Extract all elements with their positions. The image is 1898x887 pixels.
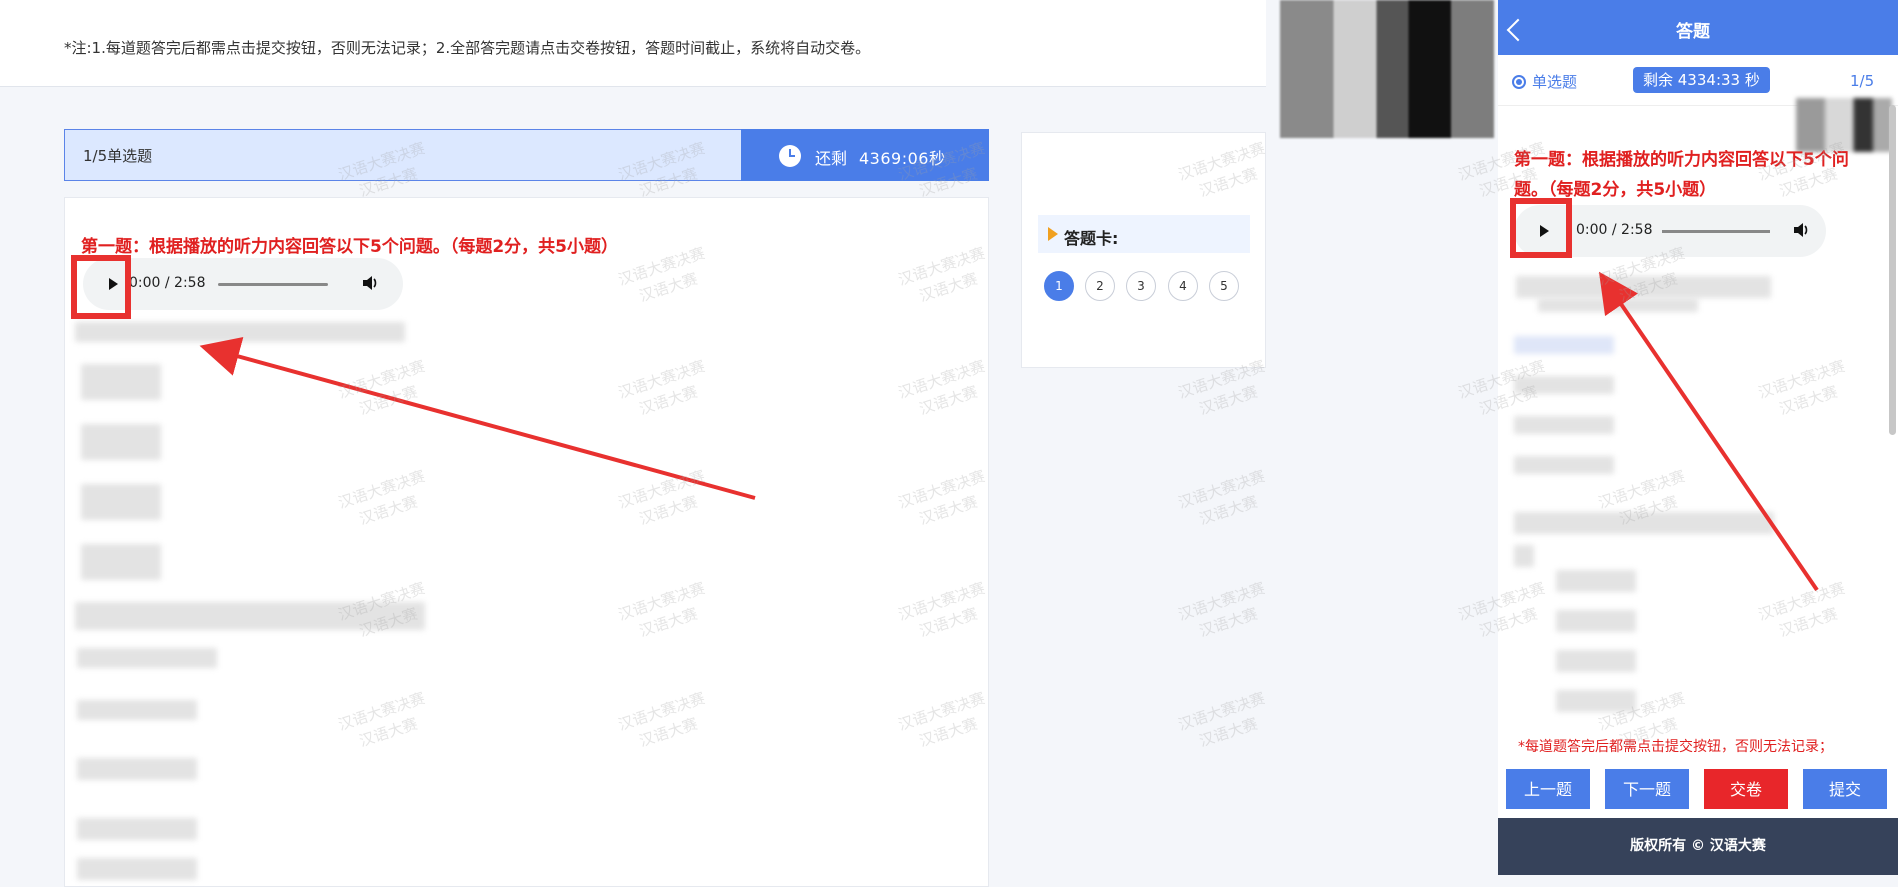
mobile-view: 答题 单选题 剩余 4334:33 秒 1/5 第一题：根据播放的听力内容回答以… [1498,0,1898,875]
blurred-option[interactable] [1556,570,1636,592]
blurred-question-text [75,602,425,630]
blurred-option[interactable] [77,858,197,880]
audio-player[interactable]: 0:00 / 2:58 [83,258,403,310]
submit-paper-button[interactable]: 交卷 [1704,769,1788,809]
answer-card-number-3[interactable]: 3 [1126,271,1156,301]
blurred-option[interactable] [1556,650,1636,672]
timer-label: 还剩 [815,149,848,168]
play-highlight-box [71,255,131,319]
blurred-option[interactable] [81,484,161,520]
clock-icon [779,145,801,167]
mobile-question-type: 单选题 [1532,73,1578,91]
mobile-remaining-badge: 剩余 4334:33 秒 [1633,67,1770,93]
mobile-question-title: 第一题：根据播放的听力内容回答以下5个问题。（每题2分，共5小题） [1514,150,1849,200]
question-header: 1/5单选题 还剩 4369:06秒 [64,129,989,181]
mobile-progress: 1/5 [1850,72,1875,90]
blurred-option[interactable] [1514,336,1614,354]
volume-icon[interactable] [361,274,379,292]
camera-preview [1280,0,1494,138]
blurred-question-text [1516,276,1771,298]
blurred-option[interactable] [77,700,197,720]
mobile-header: 答题 [1498,0,1898,55]
mobile-footer: 版权所有 © 汉语大赛 [1498,818,1898,875]
blurred-option[interactable] [81,424,161,460]
notice-text: *注:1.每道题答完后都需点击提交按钮，否则无法记录；2.全部答完题请点击交卷按… [64,39,871,57]
mobile-play-highlight-box [1510,198,1572,258]
blurred-option[interactable] [77,648,217,668]
watermark: 汉语大赛决赛 汉语大赛 [1176,579,1268,641]
answer-card-header: 答题卡: [1038,215,1250,253]
timer-box: 还剩 4369:06秒 [741,129,989,181]
blurred-option[interactable] [81,544,161,580]
blurred-option[interactable] [77,818,197,840]
triangle-right-icon [1048,227,1058,241]
blurred-option[interactable] [77,758,197,780]
mobile-title: 答题 [1676,22,1710,42]
blurred-option[interactable] [1514,456,1614,474]
blurred-option[interactable] [1556,610,1636,632]
blurred-question-text [75,322,405,342]
blurred-question-text [1538,298,1698,312]
watermark: 汉语大赛决赛 汉语大赛 [1176,689,1268,751]
question-type-label: 1/5单选题 [83,147,153,165]
question-title: 第一题：根据播放的听力内容回答以下5个问题。（每题2分，共5小题） [81,237,618,257]
mobile-camera-preview [1796,98,1892,152]
scrollbar[interactable] [1889,105,1896,435]
answer-card-title: 答题卡: [1064,229,1119,248]
blurred-option[interactable] [1556,690,1636,712]
watermark: 汉语大赛决赛 汉语大赛 [1176,467,1268,529]
blurred-option[interactable] [81,364,161,400]
mobile-audio-time: 0:00 / 2:58 [1576,222,1653,238]
timer-value: 4369:06秒 [859,149,946,168]
answer-card-number-4[interactable]: 4 [1168,271,1198,301]
radio-icon [1512,75,1526,89]
next-question-button[interactable]: 下一题 [1605,769,1689,809]
blurred-question-text [1514,545,1534,567]
notice-bar: *注:1.每道题答完后都需点击提交按钮，否则无法记录；2.全部答完题请点击交卷按… [0,0,1266,87]
volume-icon[interactable] [1792,221,1810,239]
answer-card-panel: 答题卡: 1 2 3 4 5 [1021,132,1266,368]
answer-card-number-2[interactable]: 2 [1085,271,1115,301]
submit-button[interactable]: 提交 [1803,769,1887,809]
audio-time: 0:00 / 2:58 [129,275,206,291]
mobile-note: *每道题答完后都需点击提交按钮，否则无法记录； [1518,739,1833,755]
blurred-question-text [1514,512,1774,534]
answer-card-number-1[interactable]: 1 [1044,271,1074,301]
question-body: 第一题：根据播放的听力内容回答以下5个问题。（每题2分，共5小题） 0:00 /… [64,197,989,887]
answer-card-number-5[interactable]: 5 [1209,271,1239,301]
blurred-option[interactable] [1514,376,1614,394]
prev-question-button[interactable]: 上一题 [1506,769,1590,809]
blurred-option[interactable] [1514,416,1614,434]
audio-progress-track[interactable] [218,283,328,286]
mobile-audio-progress-track[interactable] [1662,230,1770,233]
